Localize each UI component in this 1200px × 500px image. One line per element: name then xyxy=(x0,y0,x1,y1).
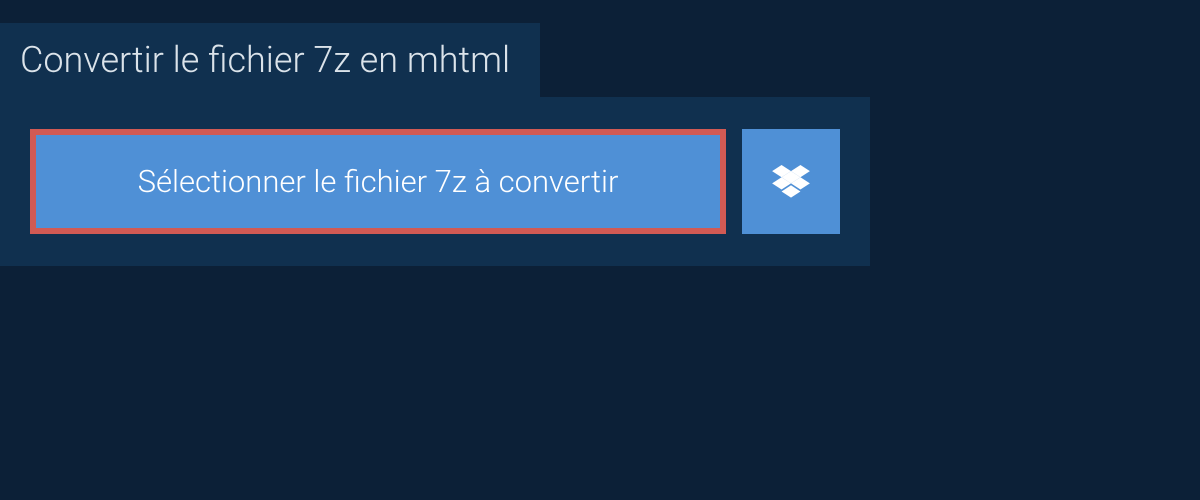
dropbox-button[interactable] xyxy=(742,129,840,234)
page-title: Convertir le fichier 7z en mhtml xyxy=(20,39,510,81)
title-tab: Convertir le fichier 7z en mhtml xyxy=(0,23,540,97)
select-file-button[interactable]: Sélectionner le fichier 7z à convertir xyxy=(30,129,726,234)
page-container: Convertir le fichier 7z en mhtml Sélecti… xyxy=(0,0,1200,266)
select-file-button-label: Sélectionner le fichier 7z à convertir xyxy=(138,163,619,200)
button-row: Sélectionner le fichier 7z à convertir xyxy=(30,129,840,234)
converter-panel: Sélectionner le fichier 7z à convertir xyxy=(0,97,870,266)
dropbox-icon xyxy=(772,165,810,199)
